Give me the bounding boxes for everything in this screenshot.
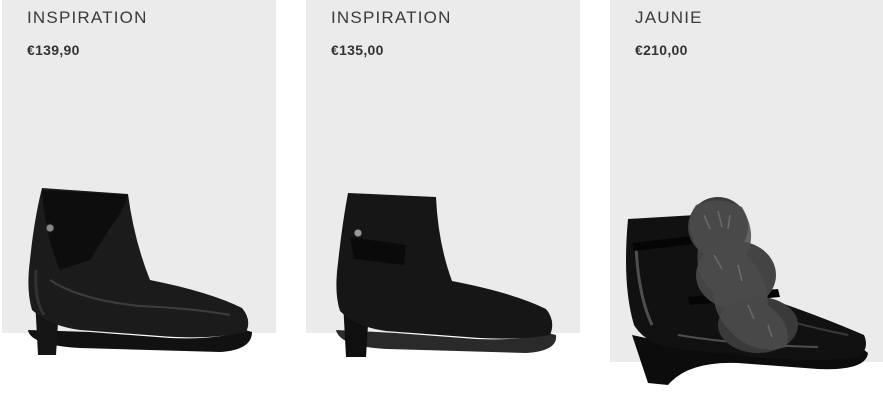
product-name[interactable]: INSPIRATION bbox=[331, 8, 452, 28]
product-price: €139,90 bbox=[27, 42, 80, 58]
product-price: €135,00 bbox=[331, 42, 384, 58]
product-price: €210,00 bbox=[635, 42, 688, 58]
product-image-boot-icon[interactable] bbox=[618, 185, 873, 395]
product-image-boot-icon[interactable] bbox=[326, 185, 566, 365]
product-name[interactable]: JAUNIE bbox=[635, 8, 703, 28]
product-name[interactable]: INSPIRATION bbox=[27, 8, 148, 28]
product-image-boot-icon[interactable] bbox=[20, 180, 260, 365]
